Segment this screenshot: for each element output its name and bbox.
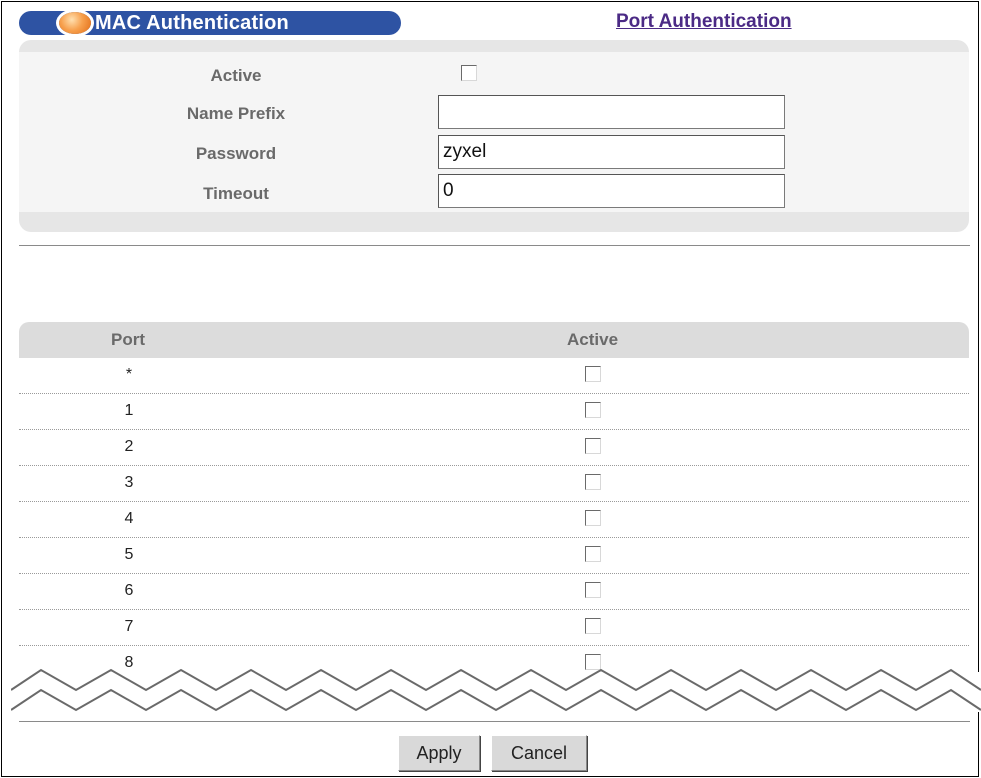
password-label: Password — [195, 144, 277, 163]
timeout-label: Timeout — [203, 184, 269, 203]
cancel-button[interactable]: Cancel — [491, 735, 587, 771]
table-row: 3 — [19, 466, 969, 502]
table-row: 6 — [19, 574, 969, 610]
active-column-header: Active — [567, 330, 619, 349]
port-active-checkbox[interactable] — [585, 618, 601, 634]
name-prefix-label: Name Prefix — [186, 104, 286, 123]
port-number: 7 — [124, 618, 134, 635]
port-active-checkbox[interactable] — [585, 366, 601, 382]
table-row: 2 — [19, 430, 969, 466]
name-prefix-input[interactable] — [438, 95, 785, 129]
port-number: 1 — [124, 402, 134, 419]
port-active-checkbox[interactable] — [585, 546, 601, 562]
port-number: 6 — [124, 582, 134, 599]
port-number: 5 — [124, 546, 134, 563]
page-frame: MAC Authentication Port Authentication A… — [1, 1, 981, 777]
port-number: * — [125, 366, 133, 383]
table-row: 7 — [19, 610, 969, 646]
port-active-checkbox[interactable] — [585, 510, 601, 526]
port-number: 3 — [124, 474, 134, 491]
table-body: * 1 2 3 4 5 6 7 8 — [19, 358, 969, 682]
table-row: * — [19, 358, 969, 394]
divider — [19, 721, 970, 722]
table-header: Port Active — [19, 322, 969, 358]
table-row: 1 — [19, 394, 969, 430]
port-number: 2 — [124, 438, 134, 455]
port-column-header: Port — [111, 330, 145, 349]
port-table: Port Active * 1 2 3 4 5 6 7 8 — [19, 322, 969, 682]
orb-icon — [59, 12, 91, 34]
page-title-bar: MAC Authentication — [19, 11, 401, 35]
divider — [19, 245, 970, 246]
password-input[interactable]: zyxel — [438, 135, 785, 169]
port-active-checkbox[interactable] — [585, 582, 601, 598]
apply-button[interactable]: Apply — [398, 735, 480, 771]
active-checkbox[interactable] — [461, 65, 477, 81]
break-wave-icon — [11, 668, 981, 712]
port-active-checkbox[interactable] — [585, 402, 601, 418]
table-row: 5 — [19, 538, 969, 574]
page-title: MAC Authentication — [95, 12, 289, 34]
port-number: 4 — [124, 510, 134, 527]
port-authentication-link[interactable]: Port Authentication — [616, 11, 792, 33]
port-active-checkbox[interactable] — [585, 438, 601, 454]
table-row: 4 — [19, 502, 969, 538]
active-label: Active — [210, 66, 262, 85]
port-active-checkbox[interactable] — [585, 474, 601, 490]
timeout-input[interactable]: 0 — [438, 174, 785, 208]
